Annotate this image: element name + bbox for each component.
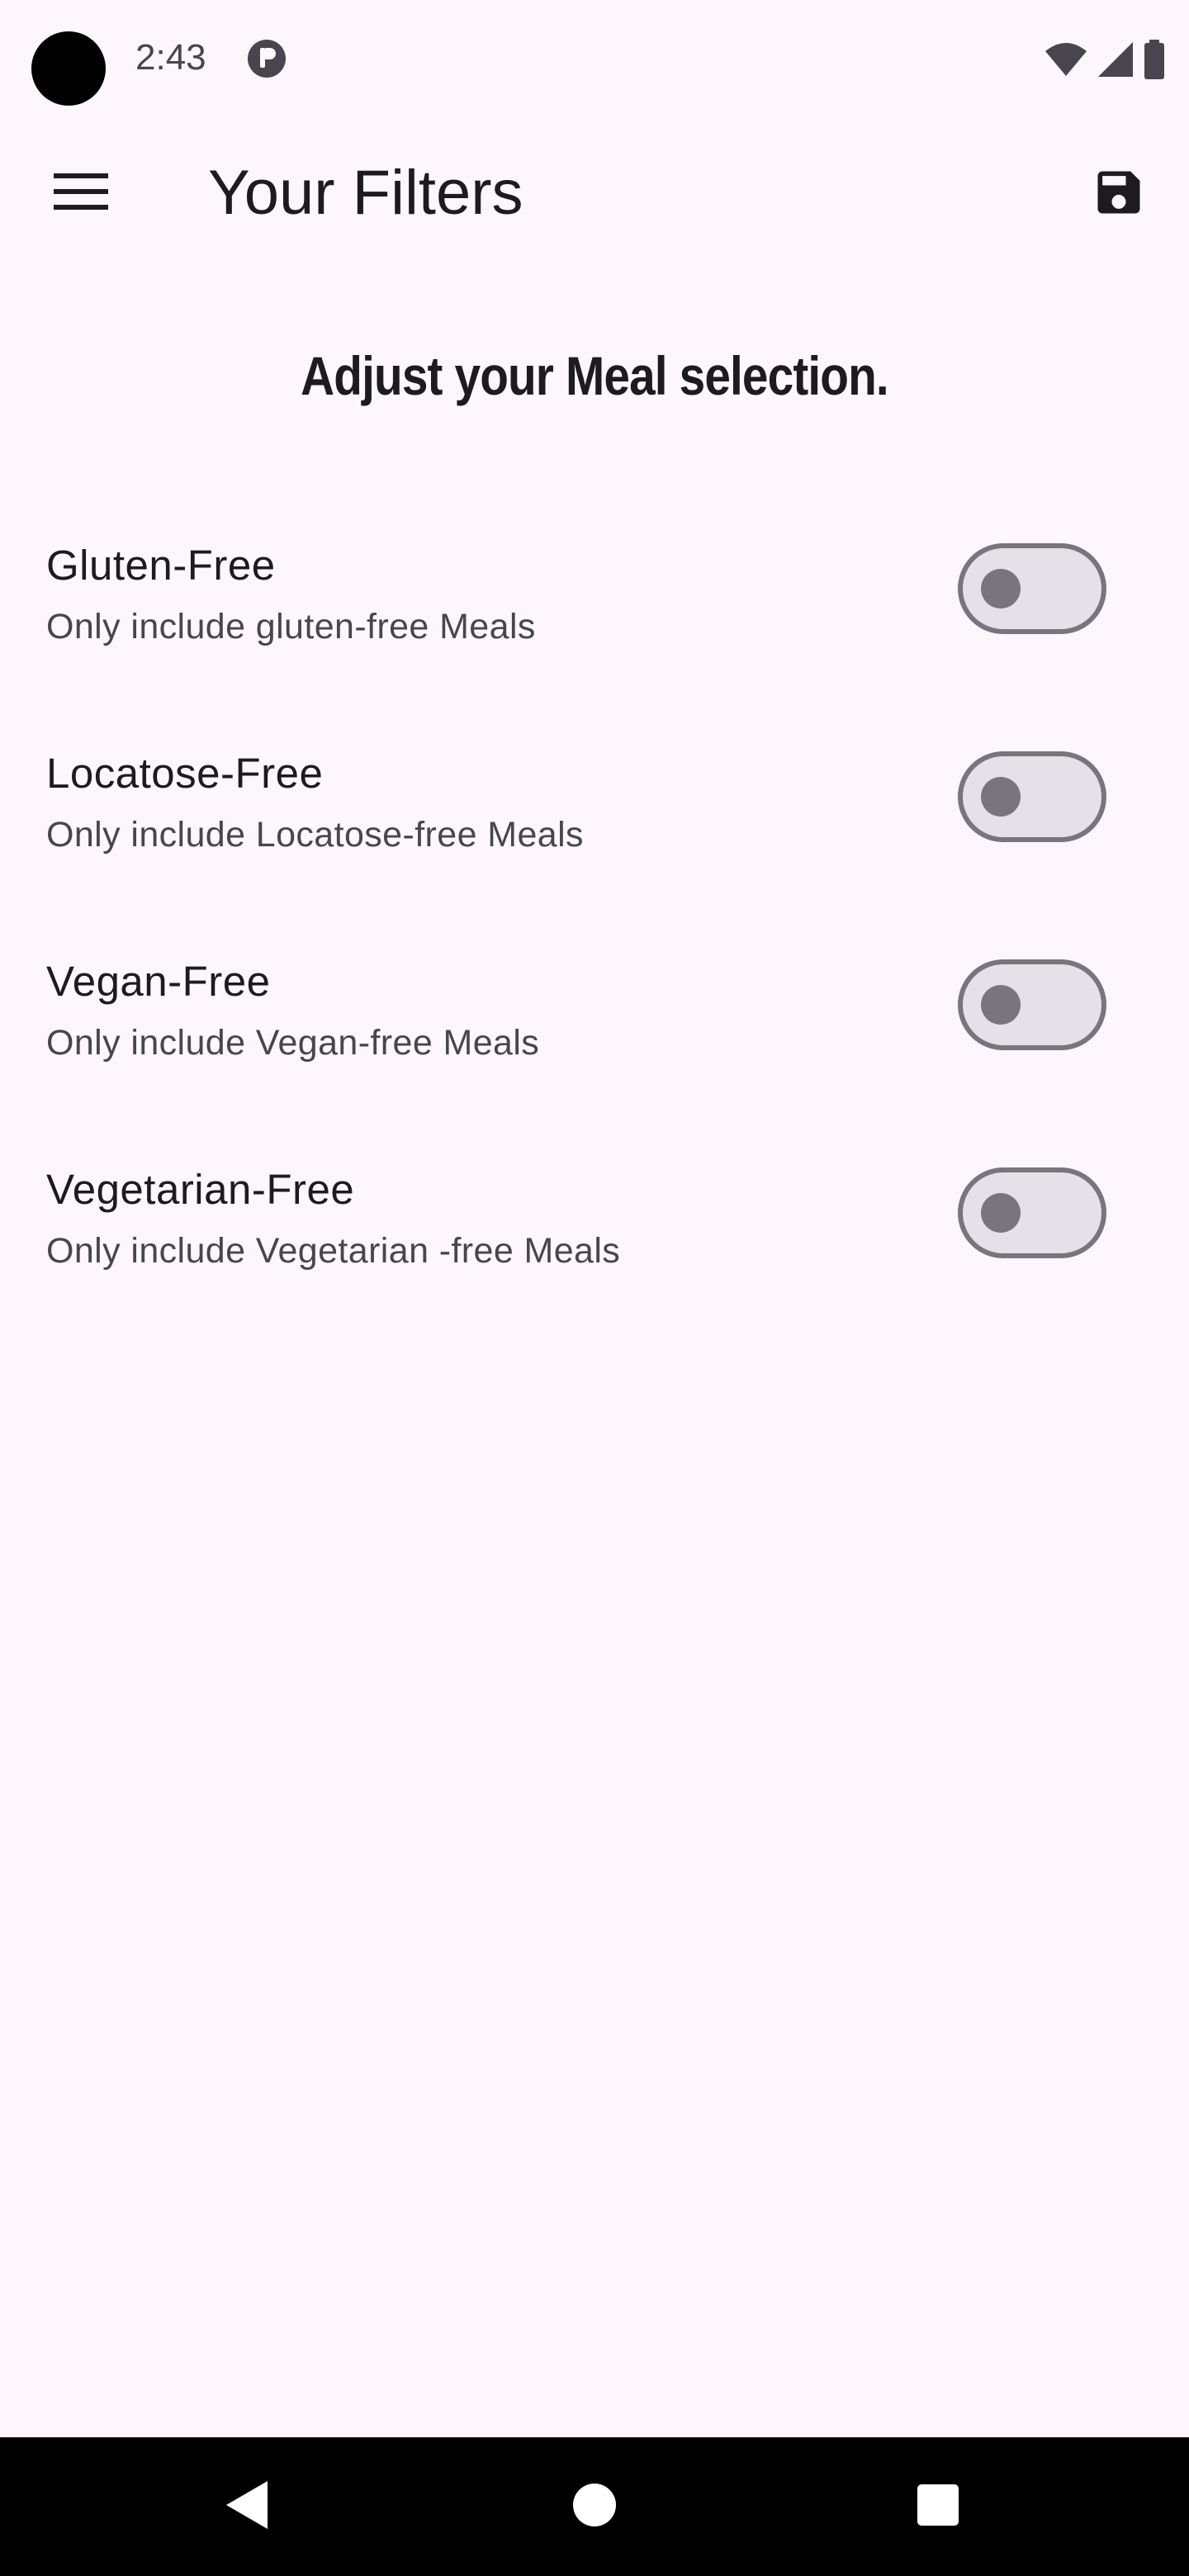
filter-item-locatose-free[interactable]: Locatose-Free Only include Locatose-free…	[0, 713, 1189, 921]
save-button[interactable]	[1082, 157, 1156, 231]
switch-thumb	[981, 777, 1021, 817]
filter-item-vegan-free[interactable]: Vegan-Free Only include Vegan-free Meals	[0, 921, 1189, 1129]
app-bar: Your Filters	[0, 132, 1189, 254]
filter-item-vegetarian-free[interactable]: Vegetarian-Free Only include Vegetarian …	[0, 1129, 1189, 1338]
signal-icon	[1097, 40, 1135, 78]
wifi-icon	[1044, 41, 1088, 78]
filter-subtitle: Only include Vegan-free Meals	[46, 1023, 540, 1063]
filter-title: Locatose-Free	[46, 750, 324, 797]
menu-button[interactable]	[40, 160, 122, 226]
vegan-free-switch[interactable]	[958, 959, 1106, 1050]
back-button[interactable]	[206, 2465, 289, 2548]
locatose-free-switch[interactable]	[958, 751, 1106, 842]
filter-title: Gluten-Free	[46, 542, 276, 589]
filters-screen: 2:43 Your Filters Adjust your Meal selec…	[0, 0, 1189, 2576]
status-bar: 2:43	[0, 0, 1189, 116]
filter-subtitle: Only include gluten-free Meals	[46, 607, 536, 646]
system-nav-bar	[0, 2437, 1189, 2576]
save-icon	[1091, 164, 1147, 225]
page-title: Your Filters	[208, 158, 523, 228]
gluten-free-switch[interactable]	[958, 543, 1106, 634]
status-time: 2:43	[135, 37, 206, 78]
vegetarian-free-switch[interactable]	[958, 1167, 1106, 1258]
filter-item-gluten-free[interactable]: Gluten-Free Only include gluten-free Mea…	[0, 505, 1189, 713]
filter-title: Vegan-Free	[46, 958, 271, 1005]
back-icon	[225, 2479, 271, 2535]
switch-thumb	[981, 569, 1021, 608]
home-button[interactable]	[553, 2465, 636, 2548]
home-icon	[571, 2482, 618, 2532]
recents-button[interactable]	[897, 2465, 979, 2548]
filter-subtitle: Only include Vegetarian -free Meals	[46, 1231, 621, 1271]
filter-title: Vegetarian-Free	[46, 1166, 355, 1213]
hamburger-menu-icon	[54, 172, 108, 215]
switch-thumb	[981, 1193, 1021, 1233]
app-notification-icon	[246, 38, 287, 79]
status-icons	[1044, 35, 1166, 84]
recents-icon	[916, 2483, 960, 2531]
camera-cutout	[31, 31, 106, 106]
filter-subtitle: Only include Locatose-free Meals	[46, 815, 584, 855]
section-heading: Adjust your Meal selection.	[301, 345, 889, 406]
switch-thumb	[981, 985, 1021, 1025]
battery-icon	[1143, 40, 1166, 79]
